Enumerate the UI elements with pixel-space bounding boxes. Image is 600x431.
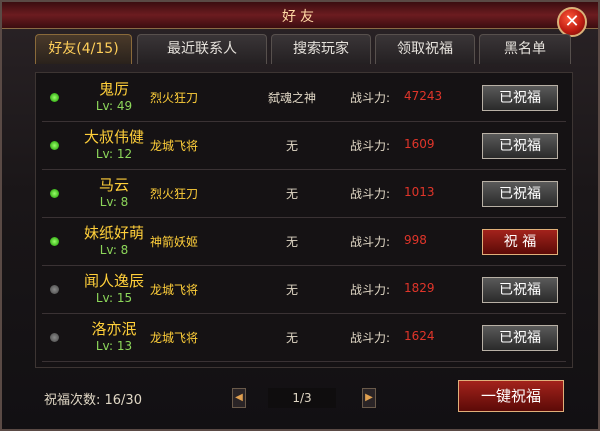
friend-level: Lv: 13 (95, 339, 133, 353)
friend-title: 无 (285, 283, 298, 297)
power-value: 998 (404, 233, 427, 247)
bless-button[interactable]: 已祝福 (482, 325, 558, 351)
friend-title: 无 (285, 331, 298, 345)
power-label: 战斗力: (350, 283, 391, 297)
tab-friends[interactable]: 好友(4/15) (35, 34, 132, 64)
friend-level: Lv: 8 (99, 243, 129, 257)
friend-name: 马云 (98, 176, 129, 194)
offline-status-icon (50, 333, 59, 342)
friend-profession: 烈火狂刀 (150, 187, 199, 201)
friend-profession: 龙城飞将 (150, 283, 199, 297)
tab-recent-contacts[interactable]: 最近联系人 (137, 34, 267, 64)
friend-level: Lv: 49 (95, 99, 133, 113)
friend-name: 鬼厉 (98, 80, 129, 98)
bless-button[interactable]: 已祝福 (482, 277, 558, 303)
friend-title: 无 (285, 187, 298, 201)
friend-name: 洛亦泯 (91, 320, 137, 338)
friend-profession: 烈火狂刀 (150, 91, 199, 105)
power-value: 1609 (404, 137, 435, 151)
offline-status-icon (50, 285, 59, 294)
bless-count-label: 祝福次数: 16/30 (44, 393, 142, 408)
power-label: 战斗力: (350, 331, 391, 345)
power-value: 1829 (404, 281, 435, 295)
power-label: 战斗力: (350, 235, 391, 249)
friend-name: 大叔伟健 (83, 128, 144, 146)
friend-level: Lv: 15 (95, 291, 133, 305)
friend-level: Lv: 8 (99, 195, 129, 209)
list-item[interactable]: 闻人逸辰 Lv: 15 龙城飞将 无 战斗力: 1829 已祝福 (42, 267, 566, 314)
online-status-icon (50, 189, 59, 198)
list-item[interactable]: 洛亦泯 Lv: 13 龙城飞将 无 战斗力: 1624 已祝福 (42, 315, 566, 362)
power-value: 47243 (404, 89, 443, 103)
friend-title: 无 (285, 235, 298, 249)
list-item[interactable]: 马云 Lv: 8 烈火狂刀 无 战斗力: 1013 已祝福 (42, 171, 566, 218)
power-label: 战斗力: (350, 187, 391, 201)
title-bar: 好友 (2, 2, 598, 29)
triangle-right-icon[interactable]: ▶ (362, 388, 376, 408)
bless-button[interactable]: 已祝福 (482, 181, 558, 207)
bless-all-button[interactable]: 一键祝福 (458, 380, 564, 412)
close-icon[interactable]: ✕ (557, 7, 587, 37)
friend-profession: 龙城飞将 (150, 139, 199, 153)
power-label: 战斗力: (350, 139, 391, 153)
bless-button[interactable]: 已祝福 (482, 85, 558, 111)
online-status-icon (50, 93, 59, 102)
tab-receive-blessings[interactable]: 领取祝福 (375, 34, 475, 64)
page-indicator: 1/3 (268, 388, 336, 408)
friend-name: 妹纸好萌 (83, 224, 144, 242)
power-value: 1013 (404, 185, 435, 199)
power-label: 战斗力: (350, 91, 391, 105)
list-item[interactable]: 大叔伟健 Lv: 12 龙城飞将 无 战斗力: 1609 已祝福 (42, 123, 566, 170)
bless-button[interactable]: 已祝福 (482, 133, 558, 159)
friend-profession: 神箭妖姬 (150, 235, 199, 249)
friend-profession: 龙城飞将 (150, 331, 199, 345)
bless-button[interactable]: 祝 福 (482, 229, 558, 255)
online-status-icon (50, 141, 59, 150)
list-item[interactable]: 鬼厉 Lv: 49 烈火狂刀 弑魂之神 战斗力: 47243 已祝福 (42, 75, 566, 122)
friends-window: 好友 ✕ 好友(4/15) 最近联系人 搜索玩家 领取祝福 黑名单 鬼厉 Lv:… (0, 0, 600, 431)
triangle-left-icon[interactable]: ◀ (232, 388, 246, 408)
friend-list: 鬼厉 Lv: 49 烈火狂刀 弑魂之神 战斗力: 47243 已祝福 大叔伟健 … (35, 72, 573, 368)
friend-level: Lv: 12 (95, 147, 133, 161)
friend-title: 无 (285, 139, 298, 153)
window-title: 好友 (282, 9, 318, 25)
power-value: 1624 (404, 329, 435, 343)
tab-blacklist[interactable]: 黑名单 (479, 34, 571, 64)
online-status-icon (50, 237, 59, 246)
list-item[interactable]: 妹纸好萌 Lv: 8 神箭妖姬 无 战斗力: 998 祝 福 (42, 219, 566, 266)
friend-title: 弑魂之神 (267, 91, 316, 105)
tab-search-players[interactable]: 搜索玩家 (271, 34, 371, 64)
friend-name: 闻人逸辰 (83, 272, 144, 290)
